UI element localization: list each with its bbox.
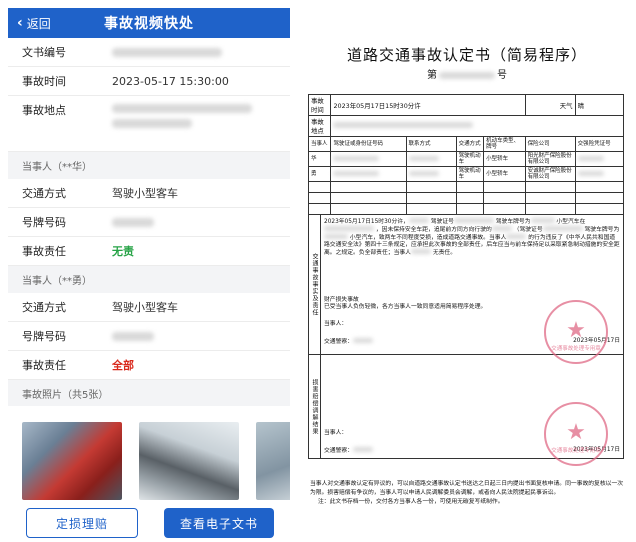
info-list: 文书编号 事故时间 2023-05-17 15:30:00 事故地点 bbox=[8, 38, 290, 152]
row2-license bbox=[330, 166, 407, 182]
duty-label: 事故责任 bbox=[22, 245, 66, 258]
place-label: 事故地点 bbox=[307, 115, 332, 137]
footnote-note: 注：此文书存档一份，交付各方当事人各一份，可使用无碳复写纸制作。 bbox=[318, 499, 504, 505]
row2-vehicle: 小型轿车 bbox=[483, 166, 526, 182]
redacted-plate bbox=[112, 331, 154, 341]
party2-transport-row: 交通方式 驾驶小型客车 bbox=[8, 293, 290, 322]
row1-transport: 驾驶机动车 bbox=[455, 151, 485, 167]
place-value bbox=[330, 115, 624, 137]
transport-label: 交通方式 bbox=[22, 187, 66, 200]
weather-value: 晴 bbox=[574, 94, 625, 116]
plate-label: 号牌号码 bbox=[22, 330, 66, 343]
duty-value-none: 无责 bbox=[112, 245, 134, 258]
certificate-footnote: 当事人对交通事故认定有异议的，可以自道路交通事故认定书送达之日起三日内提出书面复… bbox=[310, 480, 626, 507]
time-row: 事故时间 2023-05-17 15:30:00 bbox=[8, 67, 290, 96]
party2-duty-row: 事故责任 全部 bbox=[8, 351, 290, 380]
side-label-facts: 交通事故事实及责任 bbox=[308, 214, 321, 355]
party2-list: 交通方式 驾驶小型客车 号牌号码 事故责任 全部 bbox=[8, 293, 290, 380]
row1-vehicle: 小型轿车 bbox=[483, 151, 526, 167]
view-document-button[interactable]: 查看电子文书 bbox=[164, 508, 274, 538]
certificate-title: 道路交通事故认定书（简易程序） bbox=[346, 46, 587, 64]
header-contact: 联系方式 bbox=[405, 136, 457, 152]
time-label: 事故时间 bbox=[22, 75, 66, 88]
transport-value: 驾驶小型客车 bbox=[112, 301, 178, 314]
certificate-number: 第号 bbox=[306, 66, 628, 81]
transport-label: 交通方式 bbox=[22, 301, 66, 314]
official-seal: ★ 交通事故处理专用章 bbox=[544, 300, 608, 364]
nav-bar: ‹ 返回 事故视频快处 bbox=[8, 8, 290, 38]
redacted-number bbox=[439, 72, 495, 79]
party1-plate-row: 号牌号码 bbox=[8, 208, 290, 237]
row2-transport: 驾驶机动车 bbox=[455, 166, 485, 182]
row2-party: 勇 bbox=[307, 166, 332, 182]
no-prefix: 第 bbox=[427, 70, 437, 81]
header-license: 驾驶证或身份证号码 bbox=[330, 136, 407, 152]
party1-transport-row: 交通方式 驾驶小型客车 bbox=[8, 179, 290, 208]
redacted-plate bbox=[112, 217, 154, 227]
back-label: 返回 bbox=[26, 16, 51, 31]
officer-label-2: 交通警察： bbox=[324, 447, 373, 455]
row2-contact bbox=[405, 166, 457, 182]
row2-policy bbox=[574, 166, 625, 182]
redacted-doc-no bbox=[112, 47, 222, 57]
header-insurer: 保险公司 bbox=[524, 136, 576, 152]
doc-no-label: 文书编号 bbox=[22, 46, 66, 59]
party2-section: 当事人（**勇） bbox=[8, 266, 290, 293]
row2-insurer: 安诚财产保险股份有限公司 bbox=[524, 166, 576, 182]
accident-photo[interactable] bbox=[139, 422, 239, 500]
redacted-place bbox=[112, 104, 252, 128]
back-button[interactable]: ‹ 返回 bbox=[17, 8, 51, 38]
transport-value: 驾驶小型客车 bbox=[112, 187, 178, 200]
place-row: 事故地点 bbox=[8, 96, 290, 152]
header-party: 当事人 bbox=[307, 136, 332, 152]
row1-license bbox=[330, 151, 407, 167]
accident-certificate: 道路交通事故认定书（简易程序） 第号 事故时间 2023年05月17日15时30… bbox=[306, 8, 628, 540]
party1-section: 当事人（**华） bbox=[8, 152, 290, 179]
row1-party: 华 bbox=[307, 151, 332, 167]
star-icon: ★ bbox=[566, 318, 586, 343]
header-vehicle: 机动车类型、牌号 bbox=[483, 136, 526, 152]
time-value: 2023年05月17日15时30分许 bbox=[330, 94, 526, 116]
star-icon: ★ bbox=[566, 420, 586, 445]
doc-no-row: 文书编号 bbox=[8, 38, 290, 67]
plate-label: 号牌号码 bbox=[22, 216, 66, 229]
row1-insurer: 阳光财产保险股份有限公司 bbox=[524, 151, 576, 167]
official-seal: ★ 交通事故处理专用章 bbox=[544, 402, 608, 466]
footnote-appeal: 当事人对交通事故认定有异议的，可以自道路交通事故认定书送达之日起三日内提出书面复… bbox=[310, 481, 624, 496]
weather-label: 天气 bbox=[524, 94, 576, 116]
accident-photo[interactable] bbox=[256, 422, 290, 500]
duty-value-full: 全部 bbox=[112, 359, 134, 372]
party1-list: 交通方式 驾驶小型客车 号牌号码 事故责任 无责 bbox=[8, 179, 290, 266]
header-transport: 交通方式 bbox=[455, 136, 485, 152]
assess-claim-button[interactable]: 定损理赔 bbox=[26, 508, 138, 538]
time-value: 2023-05-17 15:30:00 bbox=[112, 74, 229, 88]
row1-contact bbox=[405, 151, 457, 167]
row1-policy bbox=[574, 151, 625, 167]
officer-label: 交通警察： bbox=[324, 338, 373, 346]
photos-header: 事故照片（共5张） bbox=[22, 389, 109, 401]
bottom-action-bar: 定损理赔 查看电子文书 bbox=[8, 500, 290, 542]
side-label-mediation: 损害赔偿调解结果 bbox=[308, 354, 321, 459]
duty-label: 事故责任 bbox=[22, 359, 66, 372]
place-label: 事故地点 bbox=[22, 104, 66, 117]
party1-duty-row: 事故责任 无责 bbox=[8, 237, 290, 266]
chevron-left-icon: ‹ bbox=[17, 15, 23, 31]
no-suffix: 号 bbox=[497, 70, 507, 81]
time-label: 事故时间 bbox=[307, 94, 332, 116]
facts-text: 2023年05月17日15时30分许， 驾驶证号 驾驶车牌号为 小型汽车在 ，因… bbox=[324, 218, 620, 256]
party2-plate-row: 号牌号码 bbox=[8, 322, 290, 351]
phone-screen: ‹ 返回 事故视频快处 文书编号 事故时间 2023-05-17 15:30:0… bbox=[8, 8, 290, 542]
accident-photo[interactable] bbox=[22, 422, 122, 500]
header-policy: 交强险凭证号 bbox=[574, 136, 625, 152]
